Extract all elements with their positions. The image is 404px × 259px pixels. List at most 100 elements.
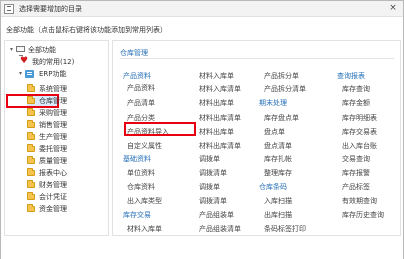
link-column2-item[interactable]: 调拨清单 [199, 168, 227, 178]
link-product-split-order[interactable]: 产品拆分单 [264, 71, 299, 81]
link-receipt-scan[interactable]: 入库扫描 [264, 196, 292, 206]
expand-collapse-icon[interactable]: ▾ [17, 69, 24, 79]
link-column2-item[interactable]: 材料出库单 [199, 98, 234, 108]
window-title: 选择需要增加的目录 [19, 5, 82, 13]
link-in-out-type[interactable]: 出入库类型 [127, 196, 162, 206]
link-column2-item[interactable]: 产品组装清单 [199, 224, 241, 234]
tree-item-quality-management[interactable]: 质量管理 [27, 156, 77, 166]
highlighted-import-item [124, 122, 196, 136]
tree-item-label: 委托管理 [39, 145, 67, 153]
link-column2-item[interactable]: 调拨单 [199, 154, 220, 164]
select-directory-dialog: 选择需要增加的目录 × 全部功能（点击鼠标右键将该功能添加到常用列表） ▾ 全部… [0, 0, 404, 259]
link-warehouse-data[interactable]: 仓库资料 [127, 182, 155, 192]
link-in-out-ledger[interactable]: 出入库台账 [342, 141, 377, 151]
link-column2-item[interactable]: 材料出库清单 [199, 141, 241, 151]
window-icon [4, 4, 14, 14]
link-inventory-transactions[interactable]: 库存交易表 [342, 127, 377, 137]
tree-item-commission-management[interactable]: 委托管理 [27, 144, 77, 154]
tree-item-accounting-voucher[interactable]: 会计凭证 [27, 192, 77, 202]
erp-icon [25, 70, 34, 78]
link-count-order[interactable]: 盘点单 [264, 127, 285, 137]
folder-icon [27, 108, 35, 116]
dialog-bottom [1, 237, 403, 259]
link-column2-item[interactable]: 调拨单 [199, 182, 220, 192]
link-column2-item[interactable]: 材料出库清单 [199, 113, 241, 123]
link-inventory-detail[interactable]: 库存明细表 [342, 113, 377, 123]
tree-item-label: 仓库管理 [39, 97, 67, 105]
category-basic-data: 基础资料 [123, 155, 151, 163]
link-column2-item[interactable]: 材料入库单 [199, 71, 234, 81]
folder-icon [27, 156, 35, 164]
tree-item-label: 采购管理 [39, 109, 67, 117]
tree-item-fund-management[interactable]: 资金管理 [27, 204, 77, 214]
link-product-list[interactable]: 产品清单 [127, 98, 155, 108]
tree-item-label: 质量管理 [39, 157, 67, 165]
tree-item-sales-management[interactable]: 销售管理 [27, 120, 77, 130]
category-warehouse-barcode: 仓库条码 [259, 183, 287, 191]
tree-item-label: 系统管理 [39, 85, 67, 93]
link-inventory-alert[interactable]: 库存报警 [342, 168, 370, 178]
erp-label: ERP功能 [39, 70, 67, 78]
favorites-label: 我的常用(12) [32, 58, 75, 66]
folder-icon [27, 96, 35, 104]
panel-title: 仓库管理 [120, 49, 148, 57]
tree-item-label: 报表中心 [39, 169, 67, 177]
link-column2-item[interactable]: 调拨清单 [199, 196, 227, 206]
folder-icon [27, 168, 35, 176]
tree-item-label: 资金管理 [39, 205, 67, 213]
link-inventory-closing[interactable]: 库存扎帐 [264, 154, 292, 164]
link-inventory-query[interactable]: 库存查询 [342, 84, 370, 94]
tree-item-system-management[interactable]: 系统管理 [27, 84, 77, 94]
link-material-receipt-first-column[interactable]: 材料入库单 [127, 224, 162, 234]
close-button[interactable]: × [387, 3, 399, 15]
folder-icon [27, 192, 35, 200]
tree-root[interactable]: ▾ 全部功能 [8, 45, 88, 56]
link-issue-scan[interactable]: 出库扫描 [264, 210, 292, 220]
tree-item-label: 销售管理 [39, 121, 67, 129]
category-query-reports: 查询报表 [337, 72, 365, 80]
tree-erp[interactable]: ▾ ERP功能 [8, 69, 88, 79]
computer-icon [16, 46, 25, 56]
folder-icon [27, 144, 35, 152]
tree-item-report-center[interactable]: 报表中心 [27, 168, 77, 178]
function-panel: 仓库管理 产品资料 产品资料 产品清单 产品分类 产品资料导入 自定义属性 基础… [112, 40, 401, 236]
tree-item-production-management[interactable]: 生产管理 [27, 132, 77, 142]
link-organize-inventory[interactable]: 整理库存 [264, 168, 292, 178]
link-column2-item[interactable]: 产品组装单 [199, 210, 234, 220]
tree-item-purchase-management[interactable]: 采购管理 [27, 108, 77, 118]
tree-item-label: 生产管理 [39, 133, 67, 141]
link-product-label[interactable]: 产品标签 [342, 182, 370, 192]
tree-item-label: 会计凭证 [39, 193, 67, 201]
folder-icon [27, 120, 35, 128]
link-custom-attribute[interactable]: 自定义属性 [127, 141, 162, 151]
category-inventory-transaction: 库存交易 [123, 211, 151, 219]
link-product-split-list[interactable]: 产品拆分清单 [264, 84, 306, 94]
link-transaction-query[interactable]: 交易查询 [342, 154, 370, 164]
link-expiry-query[interactable]: 有效期查询 [342, 196, 377, 206]
tree-item-warehouse-management[interactable]: 仓库管理 [27, 96, 77, 106]
heart-icon: ♥ [20, 56, 29, 66]
link-product-data[interactable]: 产品资料 [127, 83, 155, 93]
window-titlebar: 选择需要增加的目录 × [1, 1, 403, 17]
tree-item-label: 财务管理 [39, 181, 67, 189]
link-inventory-amount[interactable]: 库存金额 [342, 98, 370, 108]
category-product-data: 产品资料 [123, 72, 151, 80]
tree-item-finance-management[interactable]: 财务管理 [27, 180, 77, 190]
tree-favorites[interactable]: ♥ 我的常用(12) [19, 56, 99, 67]
folder-icon [27, 132, 35, 140]
link-inventory-count-order[interactable]: 库存盘点单 [264, 113, 299, 123]
panel-divider [120, 58, 394, 59]
category-period-end-processing: 期末处理 [259, 99, 287, 107]
instruction-text: 全部功能（点击鼠标右键将该功能添加到常用列表） [6, 26, 167, 34]
link-column2-item[interactable]: 材料入库清单 [199, 84, 241, 94]
function-tree[interactable]: ▾ 全部功能 ♥ 我的常用(12) ▾ ERP功能 系统管理 仓库管理 采购管理 [4, 40, 109, 236]
folder-icon [27, 180, 35, 188]
link-unit-data[interactable]: 单位资料 [127, 168, 155, 178]
link-inventory-history-query[interactable]: 库存历史查询 [342, 210, 384, 220]
expand-collapse-icon[interactable]: ▾ [8, 45, 15, 55]
folder-icon [27, 204, 35, 212]
tree-root-label: 全部功能 [28, 46, 56, 54]
link-count-list[interactable]: 盘点清单 [264, 141, 292, 151]
link-barcode-label-print[interactable]: 条码标签打印 [264, 224, 306, 234]
link-column2-item[interactable]: 材料出库单 [199, 127, 234, 137]
